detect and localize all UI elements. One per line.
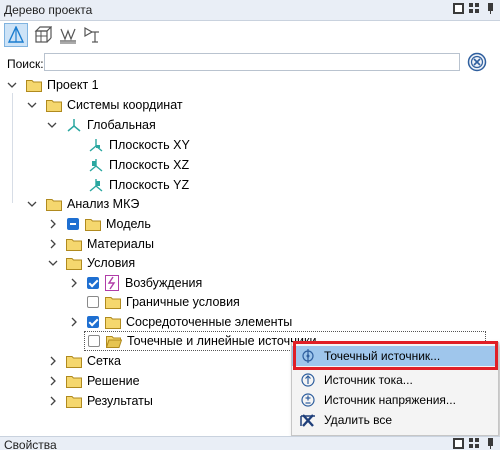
mesh-view-button[interactable] <box>31 23 55 47</box>
clear-search-icon[interactable] <box>467 52 487 72</box>
folder-icon <box>26 79 42 92</box>
tree-item-coord-systems[interactable]: Системы координат <box>0 95 480 115</box>
folder-icon <box>66 238 82 251</box>
panel-header-buttons <box>453 3 496 14</box>
tree-item-label: Проект 1 <box>47 78 99 92</box>
menu-item-delete-all[interactable]: Удалить все <box>292 410 496 430</box>
chevron-right-icon[interactable] <box>48 239 58 249</box>
tree-item-label: Глобальная <box>87 118 156 132</box>
folder-icon <box>85 218 101 231</box>
tree-item-label: Граничные условия <box>126 295 240 309</box>
folder-icon <box>46 198 62 211</box>
highlight-annotation-box <box>293 341 498 370</box>
tree-item-project[interactable]: Проект 1 <box>0 75 480 95</box>
menu-item-voltage-source[interactable]: Источник напряжения... <box>292 390 496 410</box>
current-source-icon <box>298 372 318 388</box>
tree-item-label: Плоскость XY <box>109 138 190 152</box>
menu-item-current-source[interactable]: Источник тока... <box>292 370 496 390</box>
plane-xz-icon <box>89 159 103 172</box>
chevron-down-icon[interactable] <box>48 258 58 268</box>
chevron-right-icon[interactable] <box>69 278 79 288</box>
folder-icon <box>105 296 121 309</box>
tree-item-label: Возбуждения <box>125 276 203 290</box>
plane-xy-icon <box>89 139 103 152</box>
tree-item-global[interactable]: Глобальная <box>0 115 480 135</box>
circuit-view-button[interactable] <box>80 23 104 47</box>
tree-item-label: Анализ МКЭ <box>67 197 140 211</box>
tree-item-label: Точечные и линейные источники <box>127 334 317 348</box>
tree-item-label: Сетка <box>87 354 121 368</box>
tree-item-label: Материалы <box>87 237 154 251</box>
chevron-down-icon[interactable] <box>47 120 57 130</box>
folder-icon <box>66 257 82 270</box>
tree-item-label: Условия <box>87 256 136 270</box>
tree-item-plane-yz[interactable]: Плоскость YZ <box>0 175 480 195</box>
tree-item-label: Системы координат <box>67 98 183 112</box>
chevron-right-icon[interactable] <box>48 219 58 229</box>
search-label: Поиск: <box>7 57 44 71</box>
folder-icon <box>66 395 82 408</box>
chevron-down-icon[interactable] <box>7 80 17 90</box>
voltage-source-icon <box>298 392 318 408</box>
layout-grid-icon[interactable] <box>469 3 480 14</box>
chevron-right-icon[interactable] <box>48 396 58 406</box>
tree-item-model[interactable]: Модель <box>0 214 480 234</box>
tree-item-lumped[interactable]: Сосредоточенные элементы <box>0 312 480 332</box>
pin-panel-icon[interactable] <box>485 438 496 449</box>
tree-item-plane-xy[interactable]: Плоскость XY <box>0 135 480 155</box>
axes-icon <box>67 119 81 132</box>
geometry-view-button[interactable] <box>4 23 28 47</box>
tree-item-label: Результаты <box>87 394 153 408</box>
menu-item-label: Источник напряжения... <box>324 393 456 407</box>
plane-yz-icon <box>89 179 103 192</box>
pyramid-icon <box>7 26 25 43</box>
search-input[interactable] <box>44 53 460 71</box>
tree-item-plane-xz[interactable]: Плоскость XZ <box>0 155 480 175</box>
folder-icon <box>46 99 62 112</box>
folder-icon <box>66 355 82 368</box>
boundary-checkbox[interactable] <box>87 296 99 308</box>
tree-item-materials[interactable]: Материалы <box>0 234 480 254</box>
tree-item-label: Сосредоточенные элементы <box>126 315 293 329</box>
bottom-panel-header <box>0 436 500 450</box>
mesh-cube-icon <box>34 26 52 43</box>
tree-item-label: Плоскость YZ <box>109 178 190 192</box>
tree-item-fea[interactable]: Анализ МКЭ <box>0 194 480 214</box>
close-panel-icon[interactable] <box>453 438 464 449</box>
lumped-checkbox[interactable] <box>87 316 99 328</box>
tree-item-label: Решение <box>87 374 140 388</box>
close-panel-icon[interactable] <box>453 3 464 14</box>
toolbar <box>0 21 500 51</box>
field-lines-icon <box>60 28 76 44</box>
chevron-right-icon[interactable] <box>69 317 79 327</box>
bottom-panel-title: Свойства <box>4 438 57 452</box>
bottom-header-buttons <box>453 438 496 449</box>
menu-item-label: Удалить все <box>324 413 393 427</box>
folder-icon <box>105 316 121 329</box>
folder-open-icon <box>106 335 122 348</box>
chevron-right-icon[interactable] <box>48 356 58 366</box>
panel-title: Дерево проекта <box>4 3 93 17</box>
field-view-button[interactable] <box>56 23 80 47</box>
point-line-sources-checkbox[interactable] <box>88 335 100 347</box>
tree-item-conditions[interactable]: Условия <box>0 253 480 273</box>
layout-grid-icon[interactable] <box>469 438 480 449</box>
chevron-down-icon[interactable] <box>27 100 37 110</box>
menu-item-label: Источник тока... <box>324 373 413 387</box>
model-checkbox[interactable] <box>67 218 79 230</box>
tree-item-label: Модель <box>106 217 151 231</box>
tree-item-boundary[interactable]: Граничные условия <box>0 292 480 312</box>
delete-all-icon <box>298 412 318 428</box>
excitations-checkbox[interactable] <box>87 277 99 289</box>
tree-item-excitations[interactable]: Возбуждения <box>0 273 480 293</box>
circuit-icon <box>84 26 99 43</box>
chevron-down-icon[interactable] <box>27 199 37 209</box>
chevron-right-icon[interactable] <box>48 376 58 386</box>
pin-panel-icon[interactable] <box>485 3 496 14</box>
lightning-icon <box>105 275 119 291</box>
folder-icon <box>66 375 82 388</box>
tree-item-label: Плоскость XZ <box>109 158 190 172</box>
